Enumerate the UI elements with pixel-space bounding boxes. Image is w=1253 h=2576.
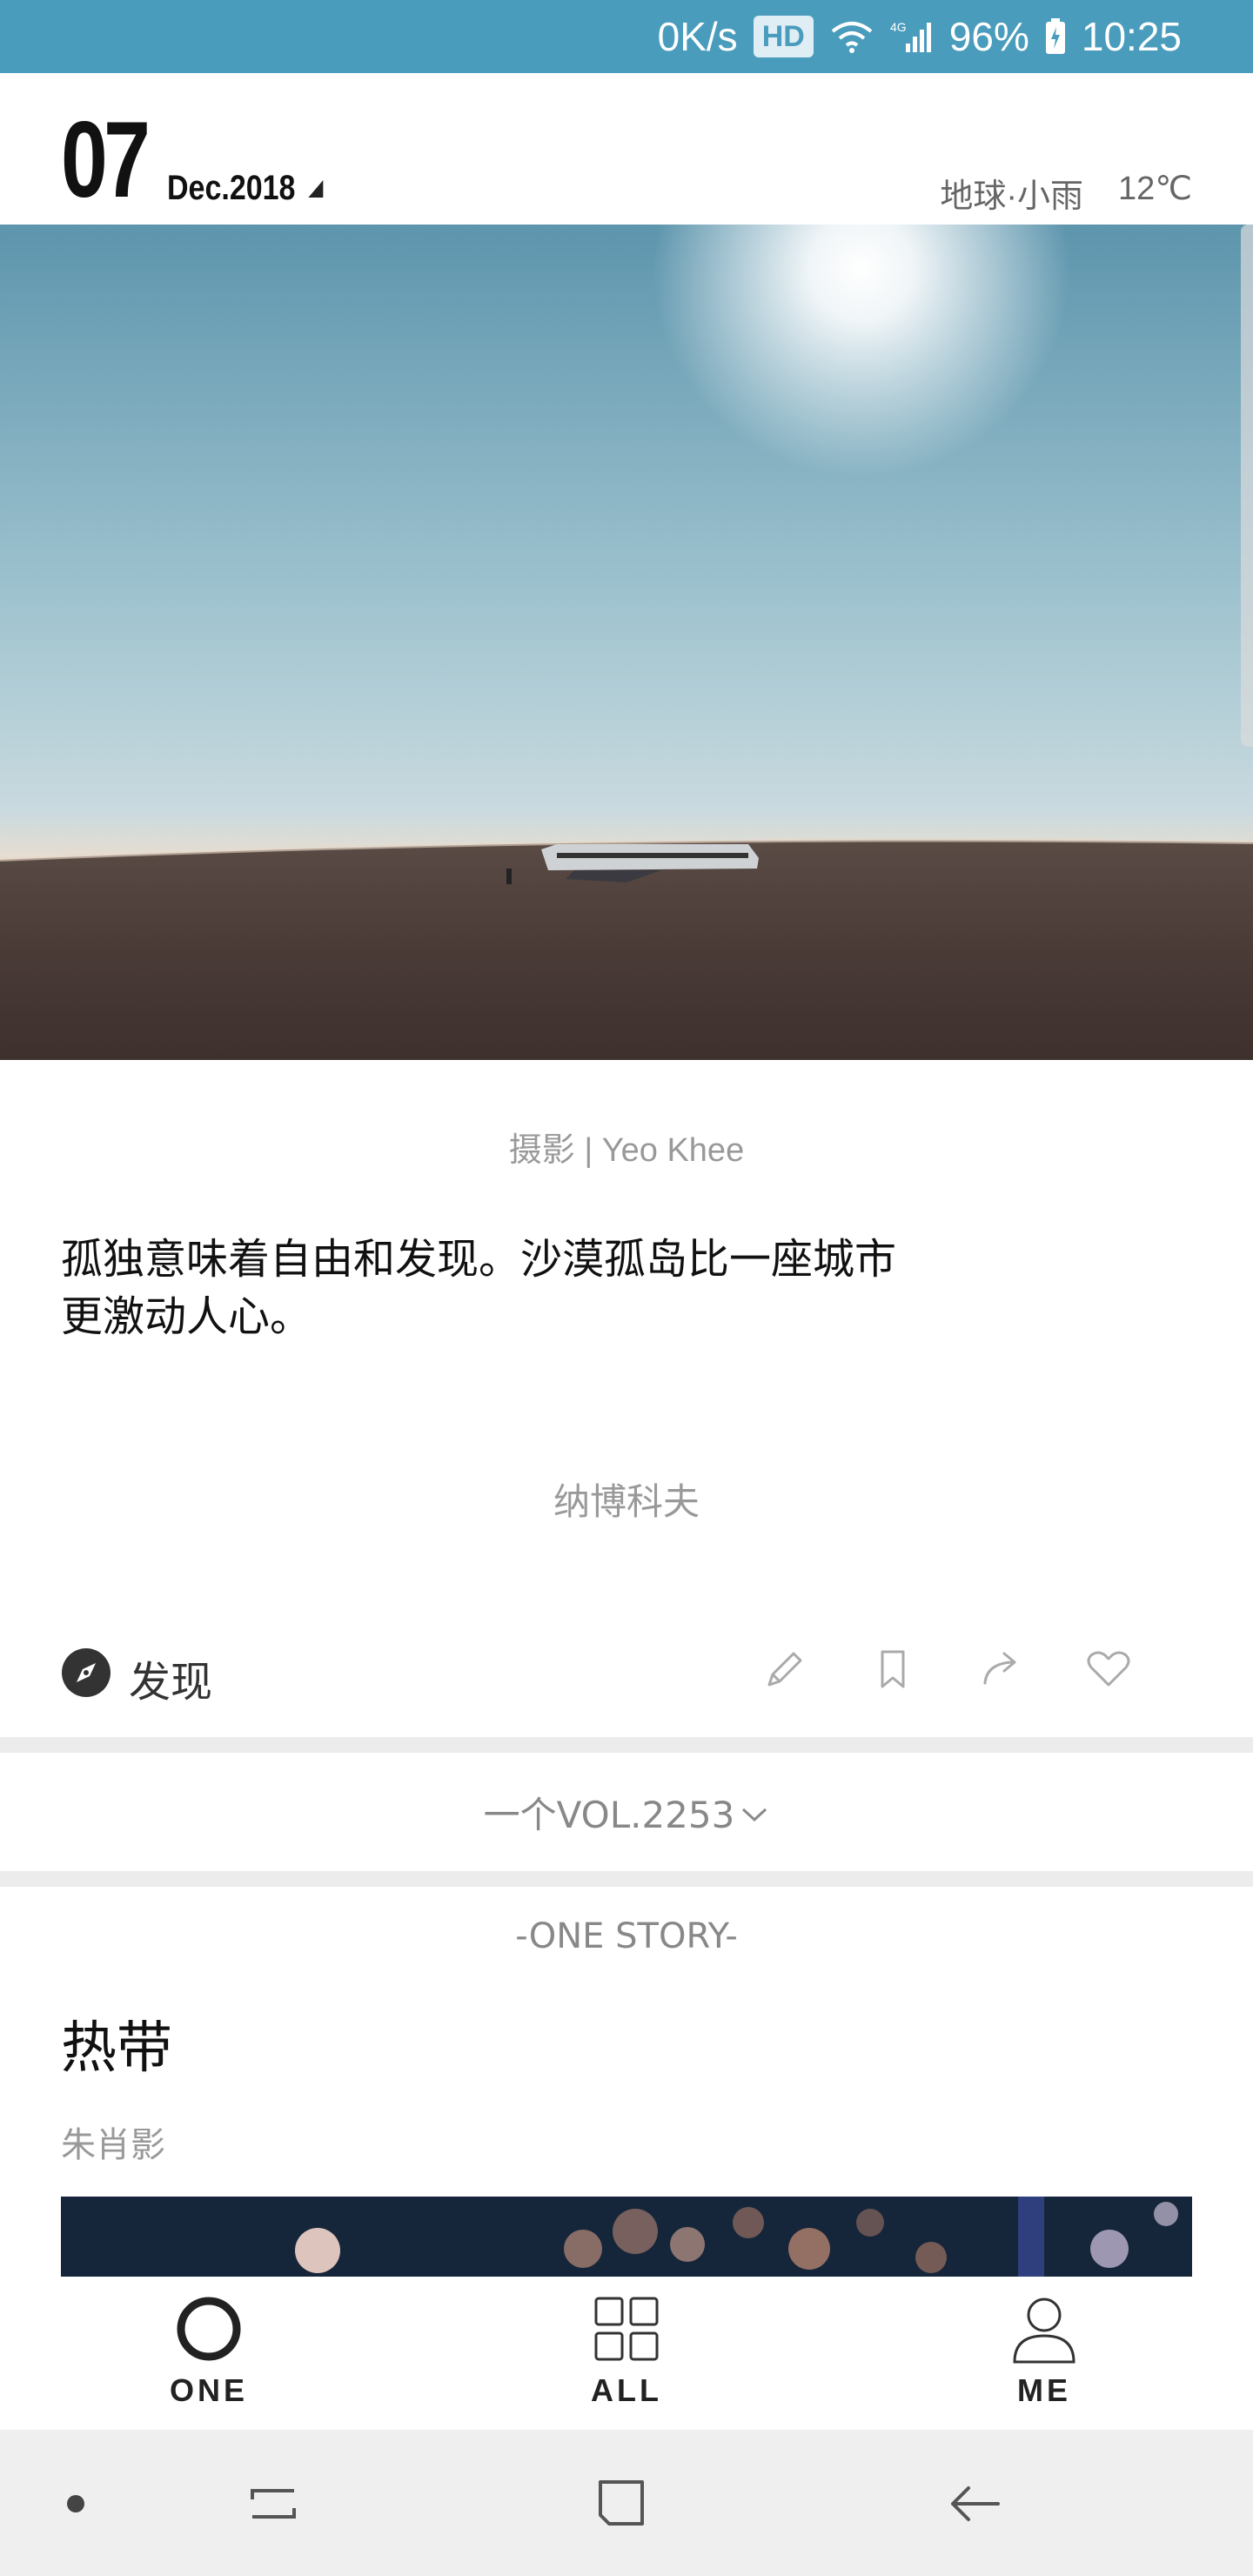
- nav-dot-icon: [37, 2465, 115, 2543]
- share-button[interactable]: [973, 1641, 1029, 1697]
- back-arrow-icon: [951, 2486, 1000, 2521]
- wifi-icon: [829, 19, 874, 54]
- home-button[interactable]: [583, 2465, 661, 2543]
- quote-author: 纳博科夫: [553, 1480, 700, 1523]
- tab-one[interactable]: ONE: [122, 2294, 296, 2409]
- story-title[interactable]: 热带: [61, 2003, 172, 2083]
- volume-label: 一个VOL.2253: [483, 1793, 735, 1836]
- photo-credit: 摄影 | Yeo Khee: [508, 1132, 745, 1169]
- desert-plane-photo: [0, 225, 1253, 1060]
- battery-percent: 96%: [948, 14, 1029, 59]
- tab-all-label: ALL: [591, 2372, 662, 2408]
- like-button[interactable]: [1081, 1641, 1136, 1697]
- weather-location: 地球·小雨: [940, 178, 1084, 215]
- hero-photo[interactable]: [0, 225, 1253, 1060]
- home-square-icon: [599, 2480, 644, 2526]
- story-section-label: -ONE STORY-: [515, 1916, 738, 1956]
- section-divider: [0, 1737, 1253, 1753]
- clock: 10:25: [1081, 14, 1182, 59]
- signal-icon: 4G: [890, 19, 934, 54]
- hd-badge: HD: [753, 16, 814, 57]
- tab-all[interactable]: ALL: [539, 2294, 714, 2409]
- compass-icon: [61, 1647, 111, 1708]
- recent-apps-button[interactable]: [235, 2465, 313, 2543]
- date-picker-toggle[interactable]: Dec.2018: [167, 169, 324, 208]
- edit-button[interactable]: [757, 1641, 813, 1697]
- battery-charging-icon: [1045, 18, 1066, 55]
- recent-apps-icon: [251, 2489, 296, 2519]
- bookmark-icon: [881, 1650, 905, 1688]
- heart-icon: [1087, 1651, 1130, 1687]
- weather-info: 地球·小雨 12℃: [940, 169, 1192, 217]
- circle-icon: [177, 2297, 241, 2361]
- share-arrow-icon: [983, 1652, 1016, 1685]
- section-divider: [0, 1871, 1253, 1887]
- caret-down-icon: [308, 179, 324, 198]
- date-day: 07: [61, 100, 151, 220]
- tab-one-label: ONE: [169, 2372, 248, 2408]
- person-icon: [1013, 2298, 1075, 2364]
- status-bar: 0K/s HD 4G 96% 10:25: [0, 0, 1253, 73]
- weather-temperature: 12℃: [1118, 171, 1192, 207]
- bokeh-photo: [61, 2197, 1192, 2277]
- volume-selector[interactable]: 一个VOL.2253: [0, 1753, 1253, 1871]
- net-speed: 0K/s: [657, 14, 738, 59]
- system-navigation-bar: [0, 2430, 1253, 2576]
- date-header: 07 Dec.2018 地球·小雨 12℃: [0, 73, 1253, 225]
- tab-me[interactable]: ME: [957, 2294, 1131, 2409]
- back-button[interactable]: [935, 2465, 1014, 2543]
- bookmark-button[interactable]: [865, 1641, 921, 1697]
- story-cover-image[interactable]: [61, 2197, 1192, 2277]
- grid-icon: [594, 2297, 659, 2361]
- daily-quote: 孤独意味着自由和发现。沙漠孤岛比一座城市更激动人心。: [61, 1235, 897, 1341]
- date-month-year: Dec.2018: [167, 169, 296, 207]
- story-author: 朱肖影: [61, 2125, 165, 2165]
- discover-label: 发现: [129, 1658, 213, 1707]
- scroll-indicator: [1241, 225, 1253, 747]
- tab-me-label: ME: [1017, 2372, 1071, 2408]
- discover-link[interactable]: 发现: [61, 1647, 212, 1708]
- pencil-icon: [767, 1652, 802, 1687]
- chevron-down-icon: [740, 1791, 769, 1834]
- article-actions: [757, 1641, 1136, 1697]
- network-type-text: 4G: [890, 20, 907, 34]
- bottom-tab-bar: ONE ALL ME: [0, 2277, 1253, 2430]
